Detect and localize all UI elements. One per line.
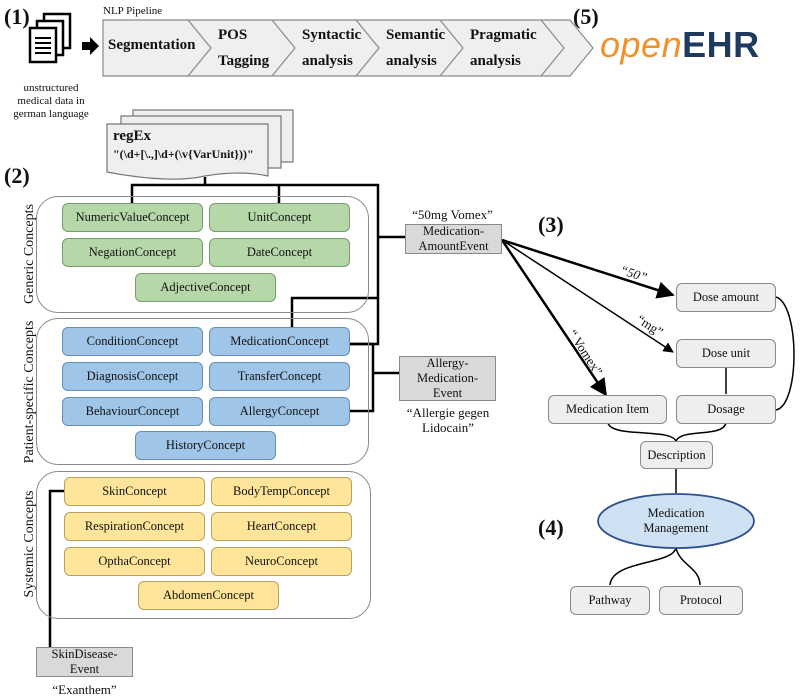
node-dosage[interactable]: Dosage [676, 395, 776, 424]
input-caption: unstructured medical data in german lang… [10, 82, 92, 121]
concept-allergy[interactable]: AllergyConcept [209, 397, 350, 426]
concept-body-temp[interactable]: BodyTempConcept [211, 477, 352, 506]
event-label: AmountEvent [418, 239, 489, 253]
concept-unit[interactable]: UnitConcept [209, 203, 350, 232]
concept-adjective[interactable]: AdjectiveConcept [135, 273, 276, 302]
pipeline-step-label: Semantic [386, 27, 446, 43]
node-medication-item[interactable]: Medication Item [548, 395, 667, 424]
concept-ophtha[interactable]: OpthaConcept [64, 547, 205, 576]
documents-icon [28, 12, 72, 64]
concept-numeric-value[interactable]: NumericValueConcept [62, 203, 203, 232]
concept-transfer[interactable]: TransferConcept [209, 362, 350, 391]
arrow-right-icon [82, 37, 99, 55]
section-4-label: (4) [538, 515, 564, 540]
pipeline-step-label: analysis [470, 53, 521, 69]
logo-open-text: open [600, 24, 683, 65]
section-3-label: (3) [538, 212, 564, 237]
pipeline-step-pos-tagging: POS Tagging [218, 22, 269, 74]
systemic-concepts-label: Systemic Concepts [22, 490, 37, 598]
pipeline-step-label: analysis [302, 53, 353, 69]
concept-behaviour[interactable]: BehaviourConcept [62, 397, 203, 426]
medication-amount-example: “50mg Vomex” [412, 207, 493, 222]
event-label: Medication- [416, 371, 479, 385]
concept-respiration[interactable]: RespirationConcept [64, 512, 205, 541]
concept-medication[interactable]: MedicationConcept [209, 327, 350, 356]
event-label: Medication- [422, 224, 485, 238]
pipeline-step-segmentation: Segmentation [108, 32, 196, 58]
skin-disease-event[interactable]: SkinDisease- Event [36, 647, 133, 677]
example-line: Lidocain” [422, 420, 474, 435]
node-protocol[interactable]: Protocol [659, 586, 743, 615]
pipeline-step-label: Segmentation [108, 37, 196, 53]
event-label: SkinDisease- [51, 647, 118, 661]
section-5-label: (5) [573, 4, 599, 29]
pipeline-step-label: Tagging [218, 53, 270, 69]
node-description[interactable]: Description [640, 441, 713, 469]
caption-line: german language [13, 108, 89, 120]
pipeline-title: NLP Pipeline [103, 5, 163, 17]
regex-title: regEx [113, 128, 152, 144]
pipeline-step-syntactic: Syntactic analysis [302, 22, 361, 74]
pipeline-step-pragmatic: Pragmatic analysis [470, 22, 537, 74]
node-dose-unit[interactable]: Dose unit [676, 339, 776, 368]
section-1-label: (1) [4, 4, 30, 29]
concept-diagnosis[interactable]: DiagnosisConcept [62, 362, 203, 391]
concept-condition[interactable]: ConditionConcept [62, 327, 203, 356]
regex-pattern: "(\d+[\.,]\d+(\v{VarUnit}))" [113, 147, 254, 161]
node-pathway[interactable]: Pathway [570, 586, 650, 615]
example-line: “Allergie gegen [406, 405, 490, 420]
event-label: Allergy- [426, 356, 469, 370]
event-label: Event [69, 662, 100, 676]
concept-date[interactable]: DateConcept [209, 238, 350, 267]
caption-line: unstructured [23, 82, 79, 94]
logo-ehr-text: EHR [682, 24, 760, 65]
concept-abdomen[interactable]: AbdomenConcept [138, 581, 279, 610]
section-2-label: (2) [4, 163, 30, 188]
pipeline-step-label: Syntactic [302, 27, 362, 43]
concept-skin[interactable]: SkinConcept [64, 477, 205, 506]
node-label: Medication [647, 506, 705, 520]
node-label: Management [643, 521, 709, 535]
allergy-medication-example: “Allergie gegen Lidocain” [393, 405, 503, 435]
pipeline-step-label: Pragmatic [470, 27, 537, 43]
openehr-logo: openEHR [600, 24, 760, 66]
node-medication-management[interactable]: Medication Management [598, 505, 754, 537]
event-label: Event [432, 386, 463, 400]
concept-negation[interactable]: NegationConcept [62, 238, 203, 267]
medication-amount-event[interactable]: Medication- AmountEvent [405, 224, 502, 254]
generic-concepts-label: Generic Concepts [22, 204, 37, 304]
pipeline-step-semantic: Semantic analysis [386, 22, 445, 74]
patient-concepts-label: Patient-specific Concepts [22, 320, 37, 464]
concept-neuro[interactable]: NeuroConcept [211, 547, 352, 576]
caption-line: medical data in [17, 95, 85, 107]
pipeline-step-label: analysis [386, 53, 437, 69]
concept-heart[interactable]: HeartConcept [211, 512, 352, 541]
node-dose-amount[interactable]: Dose amount [676, 283, 776, 312]
concept-history[interactable]: HistoryConcept [135, 431, 276, 460]
skin-disease-example: “Exanthem” [52, 682, 117, 697]
allergy-medication-event[interactable]: Allergy- Medication- Event [399, 356, 496, 401]
pipeline-step-label: POS [218, 27, 248, 43]
